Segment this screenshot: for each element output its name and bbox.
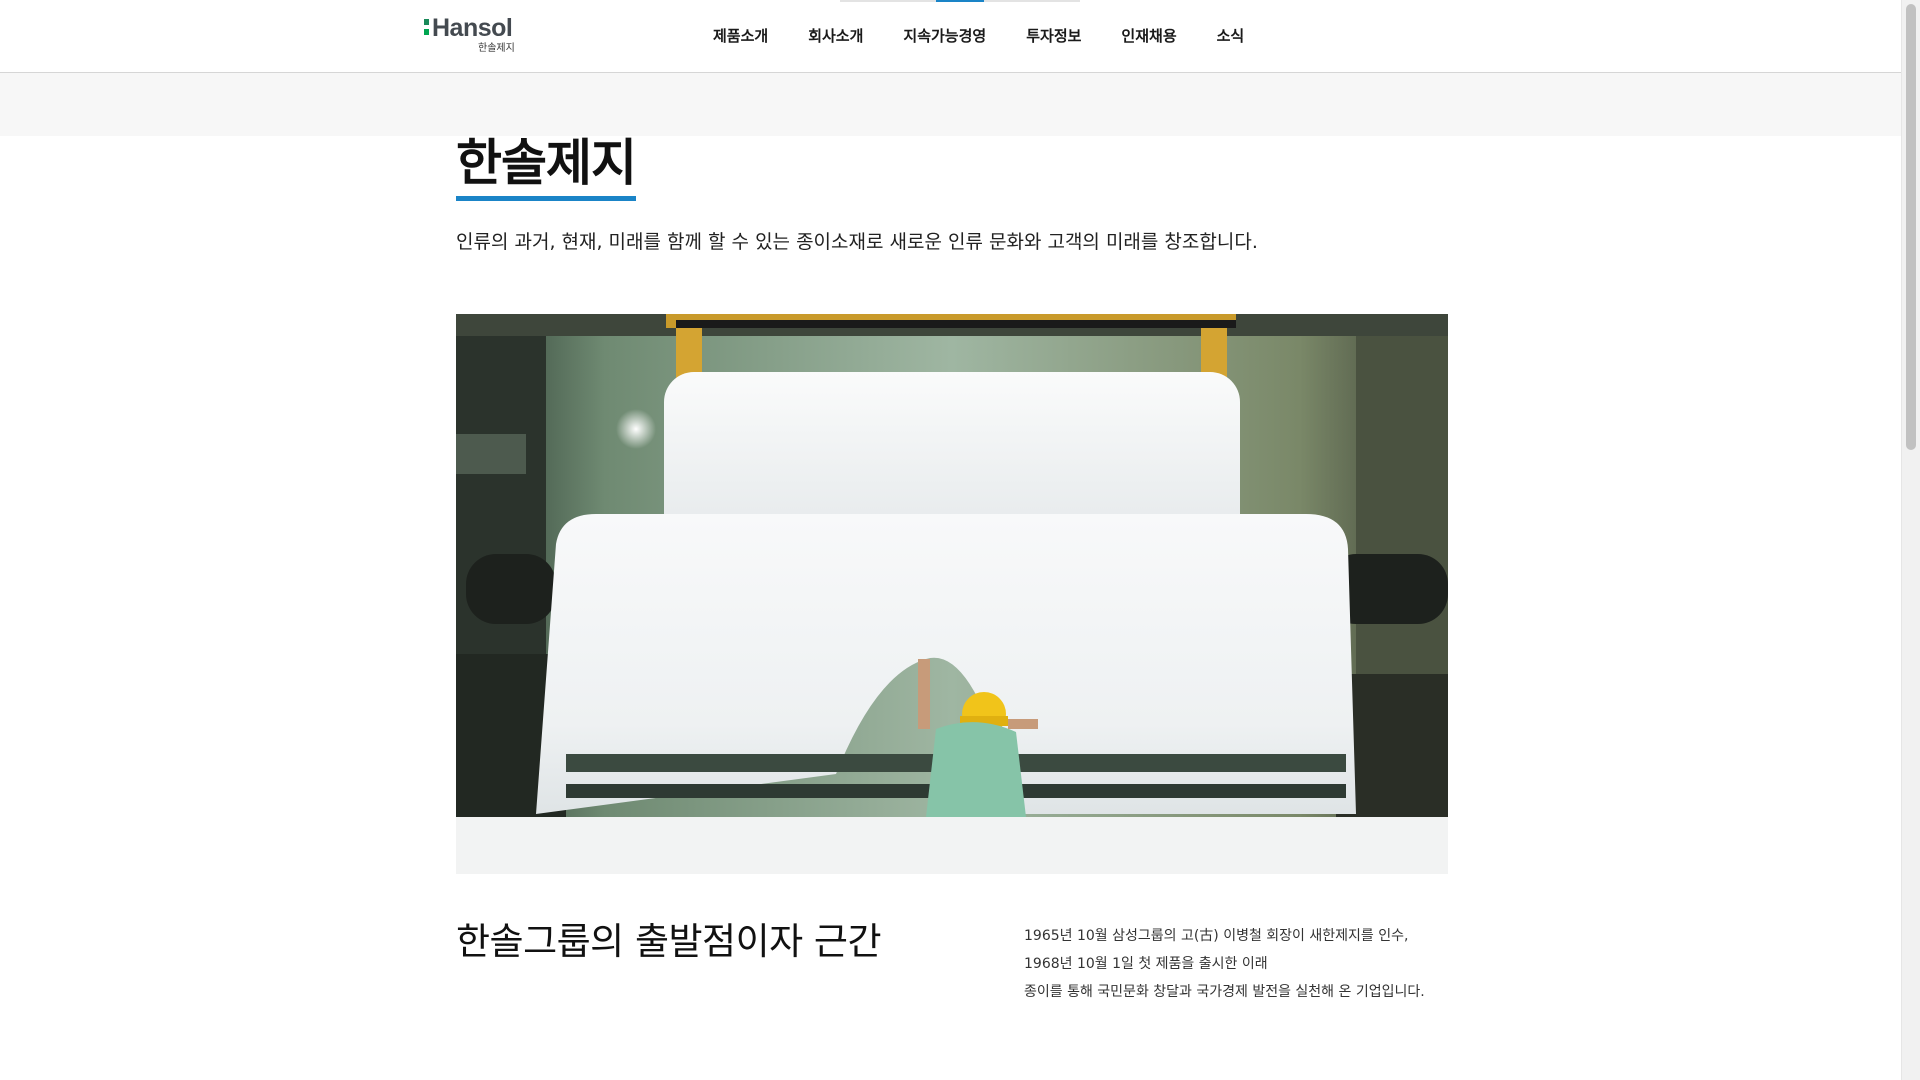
logo-wordmark: Hansol [432,14,513,42]
intro-text: 인류의 과거, 현재, 미래를 함께 할 수 있는 종이소재로 새로운 인류 문… [456,231,1258,253]
nav-item-products[interactable]: 제품소개 [713,0,768,72]
nav-item-investors[interactable]: 투자정보 [1026,0,1081,72]
nav-item-company[interactable]: 회사소개 [808,0,863,72]
header-gray-band [0,73,1902,136]
logo-subtitle: 한솔제지 [478,43,515,54]
page: Hansol 한솔제지 제품소개 회사소개 지속가능경영 투자정보 인재채용 소… [0,0,1920,1080]
paper-mill-worker-image [456,314,1448,817]
section-title: 한솔그룹의 출발점이자 근간 [456,920,882,963]
site-header: Hansol 한솔제지 제품소개 회사소개 지속가능경영 투자정보 인재채용 소… [0,0,1902,73]
vertical-scrollbar[interactable] [1901,0,1920,1080]
history-text: 1965년 10월 삼성그룹의 고(古) 이병철 회장이 새한제지를 인수, 1… [1024,922,1425,1006]
scrollbar-thumb[interactable] [1906,4,1916,450]
nav-item-news[interactable]: 소식 [1217,0,1245,72]
history-line: 종이를 통해 국민문화 창달과 국가경제 발전을 실천해 온 기업입니다. [1024,984,1425,1000]
main-nav: 제품소개 회사소개 지속가능경영 투자정보 인재채용 소식 [713,0,1244,72]
hero-image-frame [456,314,1448,874]
history-line: 1968년 10월 1일 첫 제품을 출시한 이래 [1024,956,1268,972]
history-line: 1965년 10월 삼성그룹의 고(古) 이병철 회장이 새한제지를 인수, [1024,928,1409,944]
logo-mark-icon [424,19,429,37]
nav-item-sustainability[interactable]: 지속가능경영 [903,0,986,72]
nav-item-careers[interactable]: 인재채용 [1121,0,1176,72]
hansol-logo[interactable]: Hansol 한솔제지 [423,14,533,60]
page-title: 한솔제지 [456,132,637,201]
